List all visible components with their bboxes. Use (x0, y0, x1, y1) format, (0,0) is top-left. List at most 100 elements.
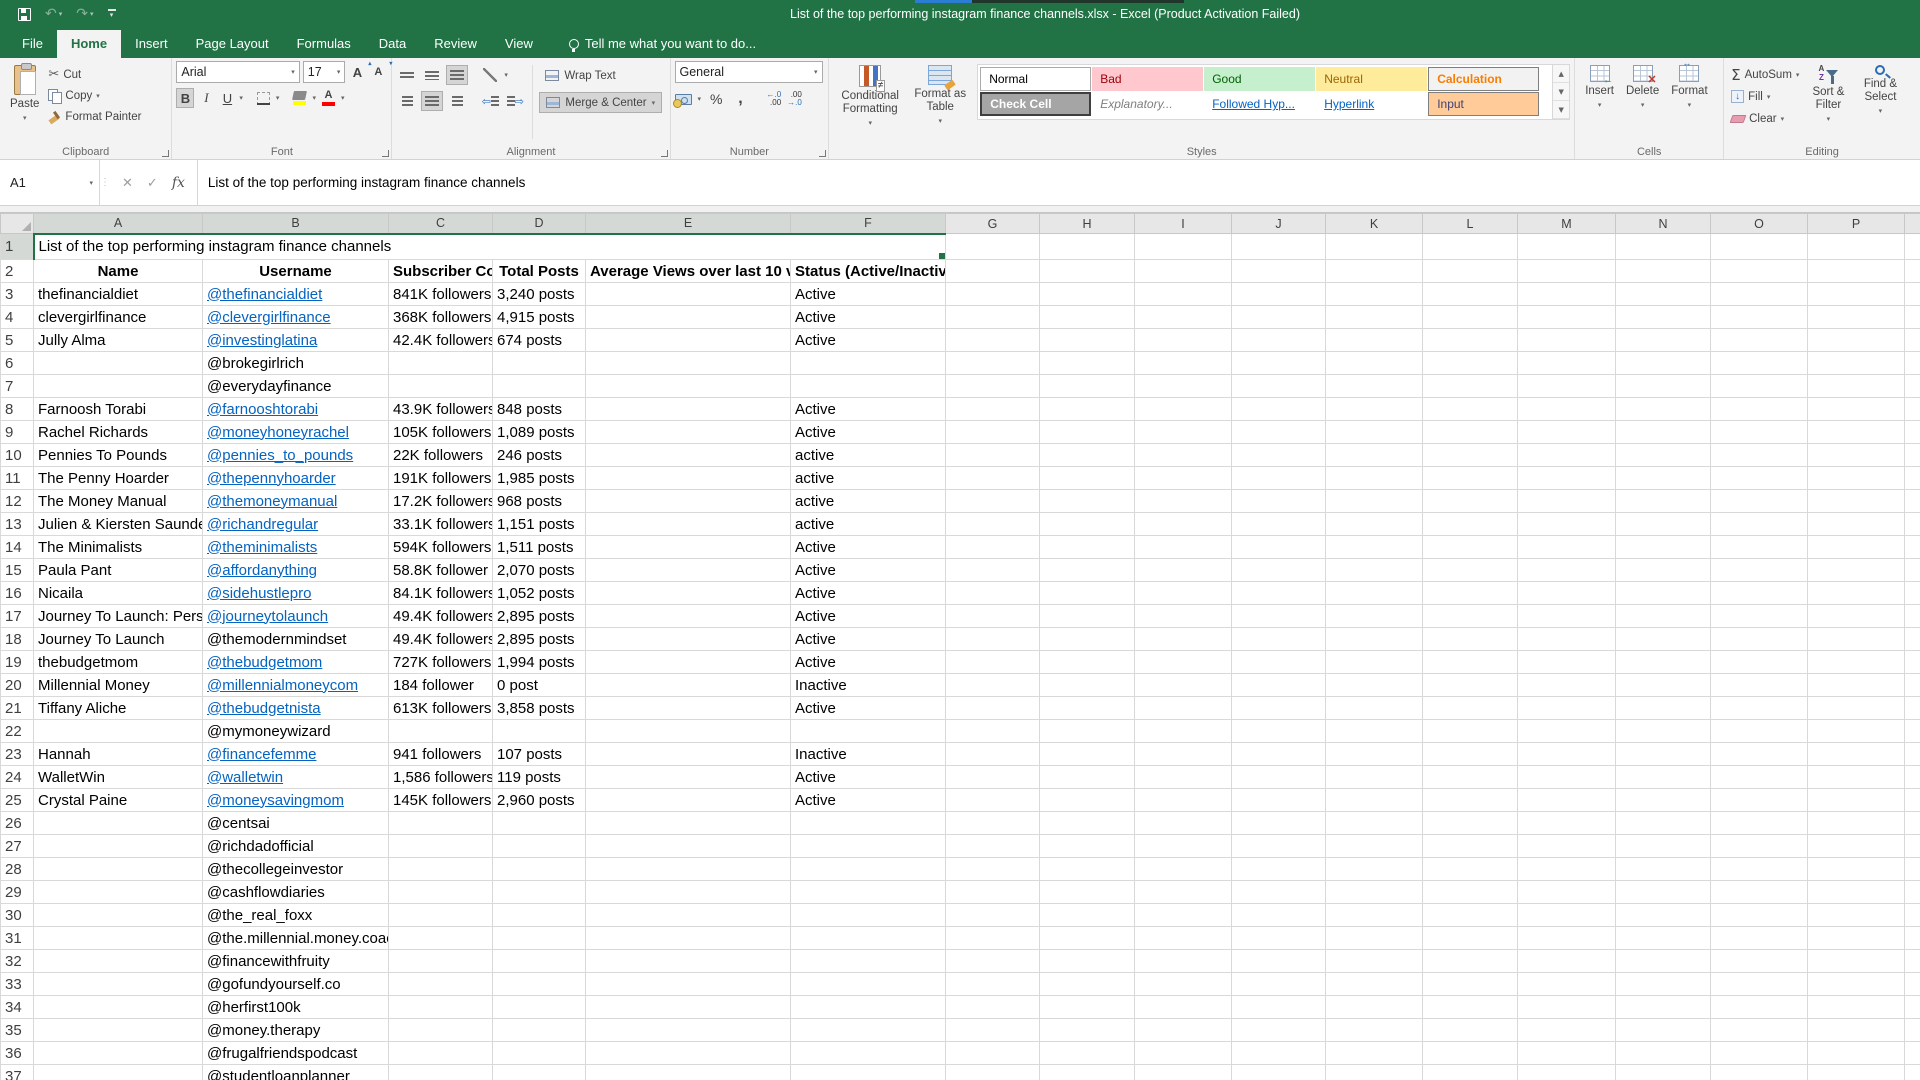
cell-E24[interactable] (586, 766, 791, 789)
cell[interactable] (1135, 766, 1232, 789)
cell-E29[interactable] (586, 881, 791, 904)
cell[interactable] (1232, 812, 1326, 835)
cell[interactable] (946, 1019, 1040, 1042)
cell-B36[interactable]: @frugalfriendspodcast (203, 1042, 389, 1065)
cell[interactable] (1616, 720, 1711, 743)
cell[interactable] (1232, 352, 1326, 375)
cell[interactable] (1232, 283, 1326, 306)
tab-formulas[interactable]: Formulas (283, 30, 365, 58)
cell[interactable] (1616, 605, 1711, 628)
username-hyperlink[interactable]: @millennialmoneycom (207, 677, 358, 694)
cell-E25[interactable] (586, 789, 791, 812)
cell[interactable] (1232, 950, 1326, 973)
styles-more-icon[interactable]: ▼ (1553, 101, 1569, 119)
cell[interactable] (1232, 234, 1326, 260)
cell[interactable] (1326, 812, 1423, 835)
style-input[interactable]: Input (1428, 92, 1539, 116)
cell[interactable] (1808, 490, 1905, 513)
row-header-13[interactable]: 13 (1, 513, 34, 536)
cell[interactable] (1423, 881, 1518, 904)
row-header-20[interactable]: 20 (1, 674, 34, 697)
row-header-29[interactable]: 29 (1, 881, 34, 904)
cell[interactable] (1518, 927, 1616, 950)
cell-F29[interactable] (791, 881, 946, 904)
cell[interactable] (1326, 559, 1423, 582)
cell-B24[interactable]: @walletwin (203, 766, 389, 789)
cell[interactable] (1232, 329, 1326, 352)
tab-insert[interactable]: Insert (121, 30, 182, 58)
cell-B21[interactable]: @thebudgetnista (203, 697, 389, 720)
cell[interactable] (1616, 1065, 1711, 1080)
cell[interactable] (1423, 467, 1518, 490)
cell[interactable] (946, 927, 1040, 950)
cell-E35[interactable] (586, 1019, 791, 1042)
tab-home[interactable]: Home (57, 30, 121, 58)
cell-C34[interactable] (389, 996, 493, 1019)
cell[interactable] (1423, 904, 1518, 927)
cell[interactable] (1423, 1065, 1518, 1080)
cell-B4[interactable]: @clevergirlfinance (203, 306, 389, 329)
cell[interactable] (1135, 513, 1232, 536)
cell[interactable] (1711, 904, 1808, 927)
cell-E37[interactable] (586, 1065, 791, 1080)
cell-B14[interactable]: @theminimalists (203, 536, 389, 559)
cell-A8[interactable]: Farnoosh Torabi (34, 398, 203, 421)
cell-E15[interactable] (586, 559, 791, 582)
cell[interactable] (946, 812, 1040, 835)
cell-A27[interactable] (34, 835, 203, 858)
copy-button[interactable]: Copy ▾ (45, 86, 144, 105)
cell[interactable] (1326, 858, 1423, 881)
format-painter-button[interactable]: Format Painter (45, 107, 144, 126)
cell[interactable] (1518, 674, 1616, 697)
cell-D33[interactable] (493, 973, 586, 996)
cell[interactable] (1518, 536, 1616, 559)
cell[interactable] (1808, 743, 1905, 766)
cell[interactable] (1040, 674, 1135, 697)
column-header-K[interactable]: K (1326, 214, 1423, 234)
column-header-B[interactable]: B (203, 214, 389, 234)
cell[interactable] (1326, 260, 1423, 283)
cell[interactable] (1518, 904, 1616, 927)
cell[interactable] (1326, 421, 1423, 444)
cell[interactable] (1135, 375, 1232, 398)
cell-C17[interactable]: 49.4K followers (389, 605, 493, 628)
paste-button[interactable]: Paste ▾ (4, 61, 45, 143)
cell[interactable] (1616, 234, 1711, 260)
cell[interactable] (1616, 536, 1711, 559)
row-header-3[interactable]: 3 (1, 283, 34, 306)
cell[interactable] (1040, 398, 1135, 421)
cell[interactable] (1518, 283, 1616, 306)
cell[interactable] (1808, 766, 1905, 789)
sort-filter-button[interactable]: AZ Sort & Filter ▾ (1802, 61, 1854, 143)
cell[interactable] (1808, 513, 1905, 536)
row-header-35[interactable]: 35 (1, 1019, 34, 1042)
cell-F14[interactable]: Active (791, 536, 946, 559)
cell[interactable] (1616, 881, 1711, 904)
cell[interactable] (1423, 234, 1518, 260)
cell-C35[interactable] (389, 1019, 493, 1042)
save-icon[interactable] (18, 8, 31, 21)
cell[interactable] (1616, 996, 1711, 1019)
cell[interactable] (1232, 628, 1326, 651)
cell[interactable] (1232, 789, 1326, 812)
cell[interactable] (1808, 904, 1905, 927)
column-header-C[interactable]: C (389, 214, 493, 234)
cell-E26[interactable] (586, 812, 791, 835)
cell-C14[interactable]: 594K followers (389, 536, 493, 559)
cell[interactable] (1232, 398, 1326, 421)
cell[interactable] (946, 444, 1040, 467)
cell[interactable] (1518, 444, 1616, 467)
cell[interactable] (1518, 835, 1616, 858)
cell[interactable] (1616, 352, 1711, 375)
cell[interactable] (1711, 1065, 1808, 1080)
cell-C8[interactable]: 43.9K followers (389, 398, 493, 421)
cell[interactable] (1040, 582, 1135, 605)
cell-C23[interactable]: 941 followers (389, 743, 493, 766)
cell[interactable] (1711, 927, 1808, 950)
cell[interactable] (1616, 260, 1711, 283)
cell[interactable] (1135, 582, 1232, 605)
username-hyperlink[interactable]: @theminimalists (207, 539, 317, 556)
cell[interactable] (1135, 697, 1232, 720)
cell[interactable] (1711, 582, 1808, 605)
cell[interactable] (1232, 651, 1326, 674)
